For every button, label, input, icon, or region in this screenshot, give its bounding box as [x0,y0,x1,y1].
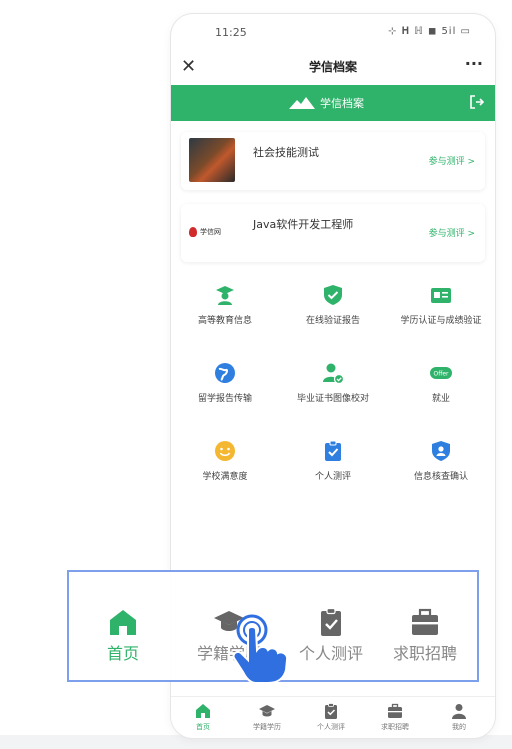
shield-check-icon [324,285,342,305]
service-certificate-check[interactable]: 毕业证书图像校对 [279,362,387,406]
zoom-tab-jobs[interactable]: 求职招聘 [375,608,475,664]
tab-education[interactable]: 学籍学历 [235,703,299,732]
photo-thumbnail [189,138,235,182]
home-icon [110,610,136,635]
service-label: 学历认证与成绩验证 [400,316,482,326]
page-title: 学信档案 [308,60,357,74]
tab-home[interactable]: 首页 [171,703,235,732]
tab-label: 我的 [452,723,466,731]
smile-icon [215,441,235,461]
test-card-name: Java软件开发工程师 [253,218,354,231]
shield-user-icon [432,441,450,461]
graduate-icon [216,286,234,305]
status-time: 11:25 [215,26,247,39]
xuexin-logo-text: 学信网 [200,228,221,236]
test-card-name: 社会技能测试 [253,146,319,159]
test-card-java[interactable]: 学信网 Java软件开发工程师 参与测评 > [181,204,485,262]
nav-bar: ✕ 学信档案 ··· [171,52,495,84]
logout-icon[interactable] [469,94,485,110]
person-icon [452,704,466,719]
offer-badge-text: Offer [433,371,449,378]
user-check-icon [323,363,344,384]
service-label: 信息核查确认 [413,472,468,482]
clipboard-check-icon [325,703,337,719]
service-label: 个人测评 [314,472,351,482]
globe-icon [215,363,235,383]
brand-logo-icon [289,97,315,109]
test-card-social[interactable]: 社会技能测试 参与测评 > [181,132,485,190]
clipboard-check-icon [321,608,341,636]
id-card-icon [431,288,451,303]
service-label: 毕业证书图像校对 [296,394,369,404]
briefcase-icon [412,608,438,635]
service-employment[interactable]: Offer 就业 [387,362,495,406]
tab-jobs[interactable]: 求职招聘 [363,703,427,732]
status-icons: ⊹ 𝐇 ℍ ◼ 5il ▭ [388,26,471,37]
service-label: 留学报告传输 [197,394,252,404]
xuexin-logo-icon [189,227,197,237]
hand-pointer-icon [232,614,289,684]
brand-logo: 学信档案 [289,94,379,112]
join-test-link[interactable]: 参与测评 > [429,154,475,167]
service-label: 高等教育信息 [197,316,252,326]
clipboard-check-icon [325,440,341,461]
tab-label: 个人测评 [317,723,345,731]
service-personal-test[interactable]: 个人测评 [279,440,387,484]
zoom-tab-home[interactable]: 首页 [73,608,173,664]
service-info-verify[interactable]: 信息核查确认 [387,440,495,484]
briefcase-icon [388,703,402,718]
service-label: 就业 [431,394,450,404]
zoom-tab-label: 求职招聘 [392,644,457,663]
more-icon[interactable]: ··· [465,54,483,73]
service-label: 学校满意度 [202,472,248,482]
home-icon [196,704,210,718]
brand-logo-text: 学信档案 [320,97,364,110]
service-higher-education[interactable]: 高等教育信息 [171,284,279,328]
brand-bar: 学信档案 [171,85,495,121]
service-school-satisfaction[interactable]: 学校满意度 [171,440,279,484]
service-certification[interactable]: 学历认证与成绩验证 [387,284,495,328]
offer-icon: Offer [430,367,452,379]
join-test-link[interactable]: 参与测评 > [429,226,475,239]
zoom-tab-label: 首页 [106,644,139,663]
xuexin-logo: 学信网 [189,222,235,242]
status-bar: 11:25 ⊹ 𝐇 ℍ ◼ 5il ▭ [171,14,495,52]
service-label: 在线验证报告 [305,316,360,326]
service-study-abroad[interactable]: 留学报告传输 [171,362,279,406]
tab-label: 首页 [196,723,210,731]
bottom-tab-bar: 首页 学籍学历 个人测评 求职招聘 我的 [171,696,495,738]
tab-label: 学籍学历 [253,723,281,731]
service-online-report[interactable]: 在线验证报告 [279,284,387,328]
graduation-cap-icon [259,705,275,717]
tab-label: 求职招聘 [381,723,409,731]
tab-me[interactable]: 我的 [427,703,491,732]
tab-personal-test[interactable]: 个人测评 [299,703,363,732]
